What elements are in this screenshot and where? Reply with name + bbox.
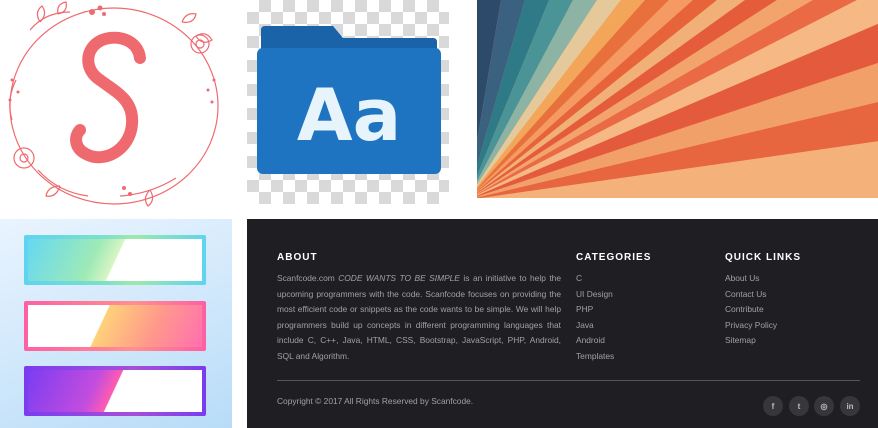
dribbble-icon[interactable]: ◎ <box>814 396 834 416</box>
quick-links-list: About Us Contact Us Contribute Privacy P… <box>725 271 777 349</box>
folder-icon: Aa <box>257 26 441 174</box>
about-text: Scanfcode.com CODE WANTS TO BE SIMPLE is… <box>277 273 561 361</box>
quick-links-title: QUICK LINKS <box>725 252 801 263</box>
monogram-letter <box>70 31 146 164</box>
about-title: ABOUT <box>277 252 318 263</box>
purple-gradient-banner <box>24 366 206 416</box>
floral-wreath-icon <box>8 1 219 207</box>
footer-divider <box>277 380 860 381</box>
category-link-android[interactable]: Android <box>576 333 614 349</box>
site-footer[interactable]: ABOUT Scanfcode.com CODE WANTS TO BE SIM… <box>247 219 878 428</box>
category-link-templates[interactable]: Templates <box>576 349 614 365</box>
twitter-icon[interactable]: t <box>789 396 809 416</box>
copyright-text: Copyright © 2017 All Rights Reserved by … <box>277 396 474 406</box>
pink-gradient-banner <box>24 301 206 351</box>
linkedin-icon[interactable]: in <box>840 396 860 416</box>
facebook-icon[interactable]: f <box>763 396 783 416</box>
quick-link-contact-us[interactable]: Contact Us <box>725 287 777 303</box>
category-link-c[interactable]: C <box>576 271 614 287</box>
font-folder-image[interactable]: Aa <box>247 0 449 204</box>
folder-label: Aa <box>297 73 401 157</box>
quick-link-contribute[interactable]: Contribute <box>725 302 777 318</box>
quick-link-sitemap[interactable]: Sitemap <box>725 333 777 349</box>
monogram-image[interactable] <box>0 0 232 210</box>
sunburst-rays <box>477 0 878 198</box>
categories-title: CATEGORIES <box>576 252 652 263</box>
categories-list: C UI Design PHP Java Android Templates <box>576 271 614 364</box>
quick-link-about-us[interactable]: About Us <box>725 271 777 287</box>
cyan-gradient-banner <box>24 235 206 285</box>
category-link-php[interactable]: PHP <box>576 302 614 318</box>
category-link-java[interactable]: Java <box>576 318 614 334</box>
sunburst-image[interactable] <box>477 0 878 198</box>
gradient-banners-image[interactable] <box>0 219 232 428</box>
category-link-ui-design[interactable]: UI Design <box>576 287 614 303</box>
quick-link-privacy-policy[interactable]: Privacy Policy <box>725 318 777 334</box>
